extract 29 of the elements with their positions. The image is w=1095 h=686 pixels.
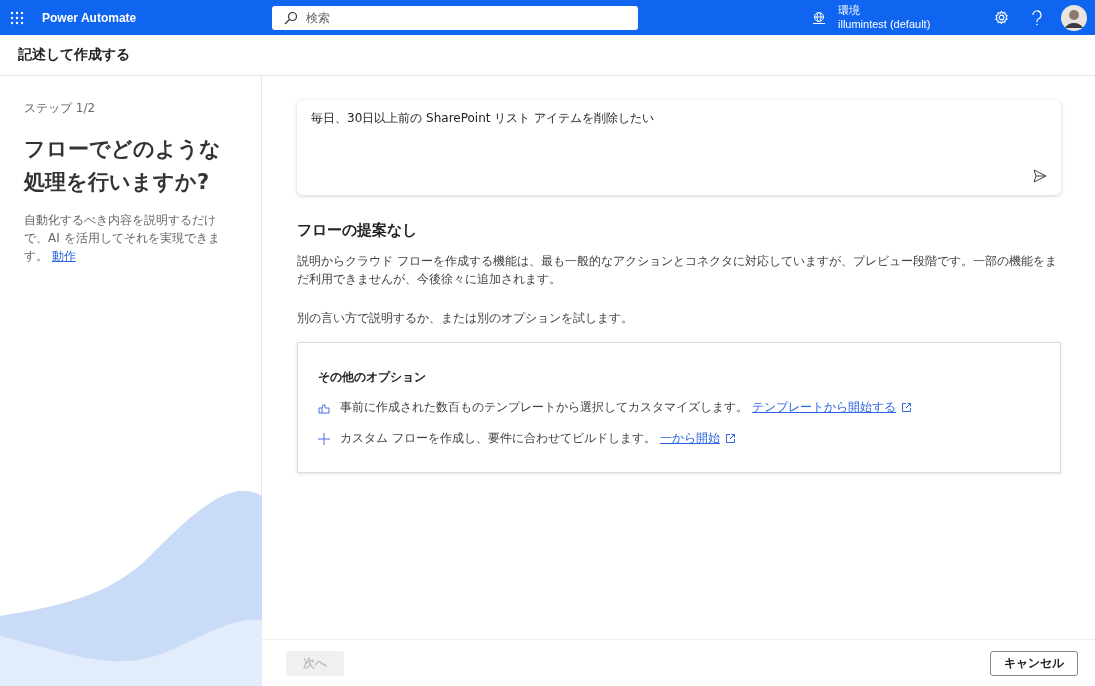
app-launcher-icon[interactable]: [10, 10, 24, 25]
avatar-icon[interactable]: [1061, 4, 1087, 31]
settings-icon[interactable]: [994, 10, 1009, 25]
search-field[interactable]: 検索: [272, 5, 639, 30]
search-icon: [284, 10, 299, 25]
help-icon[interactable]: [1031, 9, 1043, 26]
option-text: カスタム フローを作成し、要件に合わせてビルドします。 一から開始: [340, 430, 735, 447]
globe-icon[interactable]: [812, 10, 826, 25]
send-icon[interactable]: [1033, 169, 1047, 183]
app-title[interactable]: Power Automate: [42, 10, 137, 25]
prompt-field[interactable]: 毎日、30日以上前の SharePoint リスト アイテムを削除したい: [297, 100, 1061, 195]
options-title: その他のオプション: [318, 369, 427, 386]
option-link[interactable]: 一から開始: [659, 430, 720, 447]
option-text: 事前に作成された数百ものテンプレートから選択してカスタマイズします。 テンプレートから開始する: [340, 399, 911, 416]
external-link-icon[interactable]: [725, 434, 735, 443]
result-body-text: 説明からクラウド フローを作成する機能は、最も一般的なアクションとコネクタに対応していますが、プレビュー段階です。一部の機能をまだ利用できませんが、今後徐々に追加されます。: [297, 253, 1058, 288]
page-heading: フローでどのような処理を行いますか?: [24, 136, 222, 196]
hint-text: 別の言い方で説明するか、または別のオプションを試します。: [297, 310, 634, 327]
cancel-button[interactable]: キャンセル: [990, 650, 1078, 676]
step-indicator: ステップ 1/2: [24, 100, 97, 117]
result-heading: フローの提案なし: [297, 221, 418, 240]
environment-label: 環境: [838, 4, 861, 18]
option-link[interactable]: テンプレートから開始する: [752, 399, 896, 416]
page-title: 記述して作成する: [18, 46, 130, 64]
description-text: 自動化するべき内容を説明するだけで、AI を活用してそれを実現できます。 動作: [24, 212, 221, 265]
plus-icon: [318, 432, 330, 445]
environment-name[interactable]: illumintest (default): [838, 17, 931, 31]
external-link-icon[interactable]: [902, 403, 911, 412]
how-it-works-link[interactable]: 動作: [51, 249, 76, 263]
